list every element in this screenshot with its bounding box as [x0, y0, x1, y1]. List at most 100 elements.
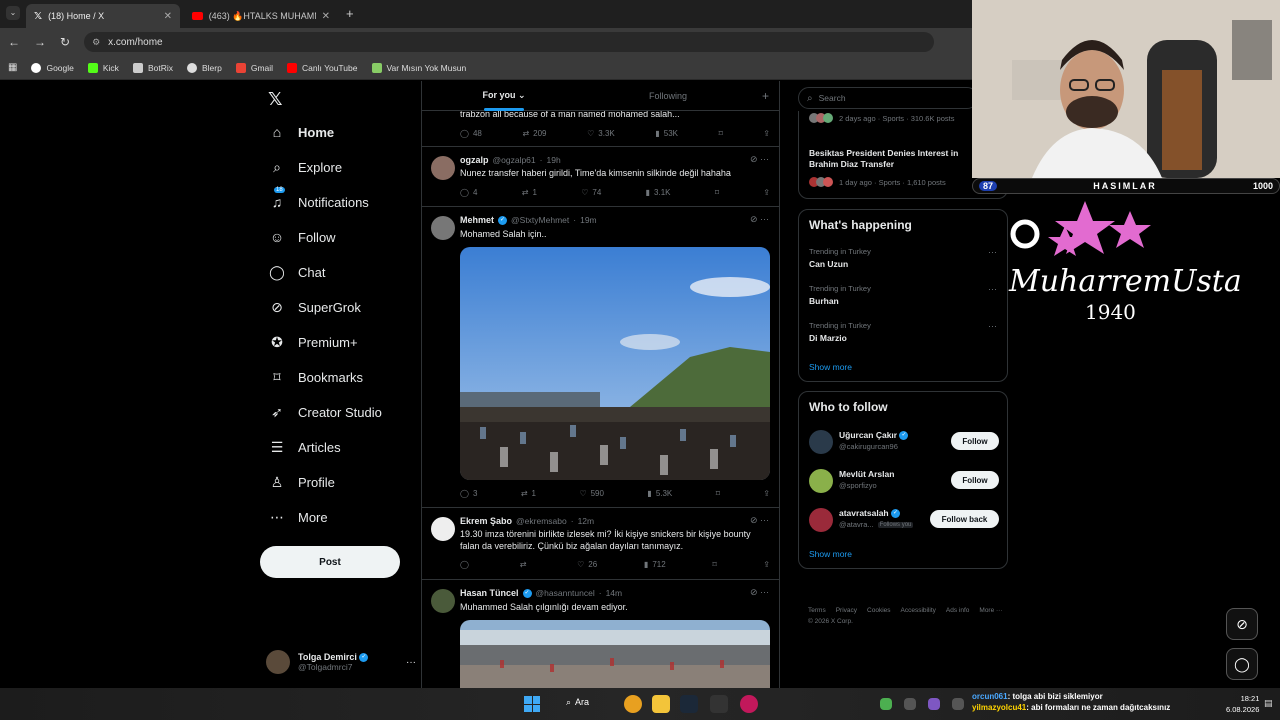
- author-handle[interactable]: @ekremsabo: [516, 516, 567, 526]
- author-handle[interactable]: @hasanntuncel: [536, 588, 595, 598]
- search-input[interactable]: ⌕ Search: [798, 87, 978, 109]
- steam-icon[interactable]: [680, 695, 698, 713]
- footer-link[interactable]: Cookies: [867, 607, 890, 614]
- nav-more[interactable]: ⋯ More: [268, 508, 328, 526]
- show-more-link[interactable]: Show more: [809, 549, 852, 559]
- footer-link[interactable]: More ···: [979, 607, 1002, 614]
- close-icon[interactable]: ✕: [164, 11, 172, 22]
- new-tab-button[interactable]: +: [346, 6, 354, 21]
- footer-link[interactable]: Privacy: [836, 607, 857, 614]
- tweet-time[interactable]: 19m: [580, 215, 597, 225]
- close-icon[interactable]: ✕: [322, 11, 330, 22]
- tweet-time[interactable]: 14m: [606, 588, 623, 598]
- avatar[interactable]: [809, 508, 833, 532]
- tab-for-you[interactable]: For you ⌄: [422, 90, 586, 111]
- nav-profile[interactable]: ♙ Profile: [268, 473, 335, 491]
- views-button[interactable]: ▮ 712: [644, 560, 666, 569]
- app-icon[interactable]: [740, 695, 758, 713]
- messages-fab[interactable]: ◯: [1226, 648, 1258, 680]
- nav-follow[interactable]: ☺ Follow: [268, 228, 336, 246]
- tweet-photo[interactable]: [460, 247, 770, 480]
- follow-suggestion[interactable]: Uğurcan Çakır ✓ @cakirugurcan96: [839, 430, 909, 451]
- bookmark-button[interactable]: ⌑: [719, 129, 723, 138]
- retweet-button[interactable]: ⇄ 1: [522, 188, 537, 197]
- more-icon[interactable]: ⊘ ···: [750, 214, 769, 225]
- trend-item[interactable]: Trending in Turkey Di Marzio: [809, 321, 871, 343]
- nav-bookmarks[interactable]: ⌑ Bookmarks: [268, 368, 363, 386]
- news-item[interactable]: 2 days ago · Sports · 310.6K posts: [809, 113, 954, 123]
- url-field[interactable]: ⚙ x.com/home: [84, 32, 935, 52]
- tweet[interactable]: ogzalp @ogzalp61 · 19h ⊘ ··· Nunez trans…: [422, 147, 779, 207]
- reload-icon[interactable]: ↻: [60, 35, 70, 49]
- more-icon[interactable]: ···: [988, 247, 997, 257]
- tweet-time[interactable]: 12m: [578, 516, 595, 526]
- follow-back-button[interactable]: Follow back: [930, 510, 999, 528]
- retweet-button[interactable]: ⇄ 209: [522, 129, 546, 138]
- share-button[interactable]: ⇪: [763, 560, 770, 569]
- trend-item[interactable]: Trending in Turkey Can Uzun: [809, 247, 871, 269]
- tab-x-home[interactable]: 𝕏 (18) Home / X ✕: [26, 4, 180, 28]
- nav-creator-studio[interactable]: ➶ Creator Studio: [268, 403, 382, 421]
- more-icon[interactable]: ⊘ ···: [750, 154, 769, 165]
- tweet-time[interactable]: 19h: [546, 155, 560, 165]
- notification-icon[interactable]: ▤: [1264, 698, 1273, 709]
- reply-button[interactable]: ◯ 4: [460, 188, 477, 197]
- views-button[interactable]: ▮ 5.3K: [647, 489, 672, 498]
- bookmark-youtube[interactable]: Canlı YouTube: [287, 62, 358, 73]
- app-icon[interactable]: [710, 695, 728, 713]
- account-switcher[interactable]: Tolga Demirci ✓ @Tolgadmrci7 ···: [266, 647, 416, 677]
- nav-supergrok[interactable]: ⊘ SuperGrok: [268, 298, 361, 316]
- bookmark-botrix[interactable]: BotRix: [132, 62, 173, 73]
- bookmark-gmail[interactable]: Gmail: [235, 62, 273, 73]
- author-name[interactable]: Ekrem Şabo: [460, 516, 512, 526]
- nav-premium[interactable]: ✪ Premium+: [268, 333, 357, 351]
- footer-link[interactable]: Accessibility: [901, 607, 936, 614]
- tweet[interactable]: Ekrem Şabo @ekremsabo · 12m ⊘ ··· 19.30 …: [422, 508, 779, 580]
- nav-chat[interactable]: ◯ Chat: [268, 263, 325, 281]
- author-name[interactable]: Mehmet: [460, 215, 494, 225]
- avatar[interactable]: [431, 517, 455, 541]
- more-icon[interactable]: ···: [406, 657, 416, 668]
- forward-icon[interactable]: →: [34, 35, 46, 49]
- follow-suggestion[interactable]: Mevlüt Arslan @sporfizyo: [839, 469, 894, 490]
- bookmark-button[interactable]: ⌑: [715, 188, 719, 197]
- reply-button[interactable]: ◯: [460, 560, 473, 569]
- back-icon[interactable]: ←: [8, 35, 20, 49]
- bookmark-kick[interactable]: Kick: [87, 62, 119, 73]
- nav-explore[interactable]: ⌕ Explore: [268, 158, 342, 176]
- tab-youtube[interactable]: (463) 🔥HTALKS MUHAMMED ✕: [184, 4, 338, 28]
- tweet-photo[interactable]: [460, 620, 770, 688]
- reply-button[interactable]: ◯ 48: [460, 129, 482, 138]
- footer-link[interactable]: Terms: [808, 607, 826, 614]
- more-icon[interactable]: ···: [988, 321, 997, 331]
- tweet[interactable]: Hasan Tüncel ✓ @hasanntuncel · 14m ⊘ ···…: [422, 580, 779, 688]
- reply-button[interactable]: ◯ 3: [460, 489, 477, 498]
- share-button[interactable]: ⇪: [763, 489, 770, 498]
- views-button[interactable]: ▮ 53K: [655, 129, 678, 138]
- news-title[interactable]: Besiktas President Denies Interest in Br…: [809, 148, 979, 170]
- folder-icon[interactable]: [652, 695, 670, 713]
- add-feed-icon[interactable]: +: [750, 89, 779, 103]
- footer-link[interactable]: Ads info: [946, 607, 970, 614]
- bookmark-varmisin[interactable]: Var Mısın Yok Musun: [371, 62, 466, 73]
- follow-button[interactable]: Follow: [951, 432, 999, 450]
- tweet[interactable]: Mehmet ✓ @StxtyMehmet · 19m ⊘ ··· Mohame…: [422, 207, 779, 508]
- more-icon[interactable]: ⊘ ···: [750, 515, 769, 526]
- author-name[interactable]: Hasan Tüncel: [460, 588, 519, 598]
- chrome-icon[interactable]: [624, 695, 642, 713]
- avatar[interactable]: [809, 430, 833, 454]
- app-icon[interactable]: [952, 698, 964, 710]
- bookmark-button[interactable]: ⌑: [712, 560, 716, 569]
- more-icon[interactable]: ···: [988, 284, 997, 294]
- author-handle[interactable]: @StxtyMehmet: [511, 215, 569, 225]
- avatar[interactable]: [431, 216, 455, 240]
- retweet-button[interactable]: ⇄: [520, 560, 531, 569]
- avatar[interactable]: [431, 156, 455, 180]
- author-name[interactable]: ogzalp: [460, 155, 489, 165]
- app-icon[interactable]: [904, 698, 916, 710]
- follow-button[interactable]: Follow: [951, 471, 999, 489]
- app-icon[interactable]: [928, 698, 940, 710]
- apps-icon[interactable]: ▦: [8, 62, 17, 73]
- site-info-icon[interactable]: ⚙: [92, 37, 100, 48]
- share-button[interactable]: ⇪: [763, 129, 770, 138]
